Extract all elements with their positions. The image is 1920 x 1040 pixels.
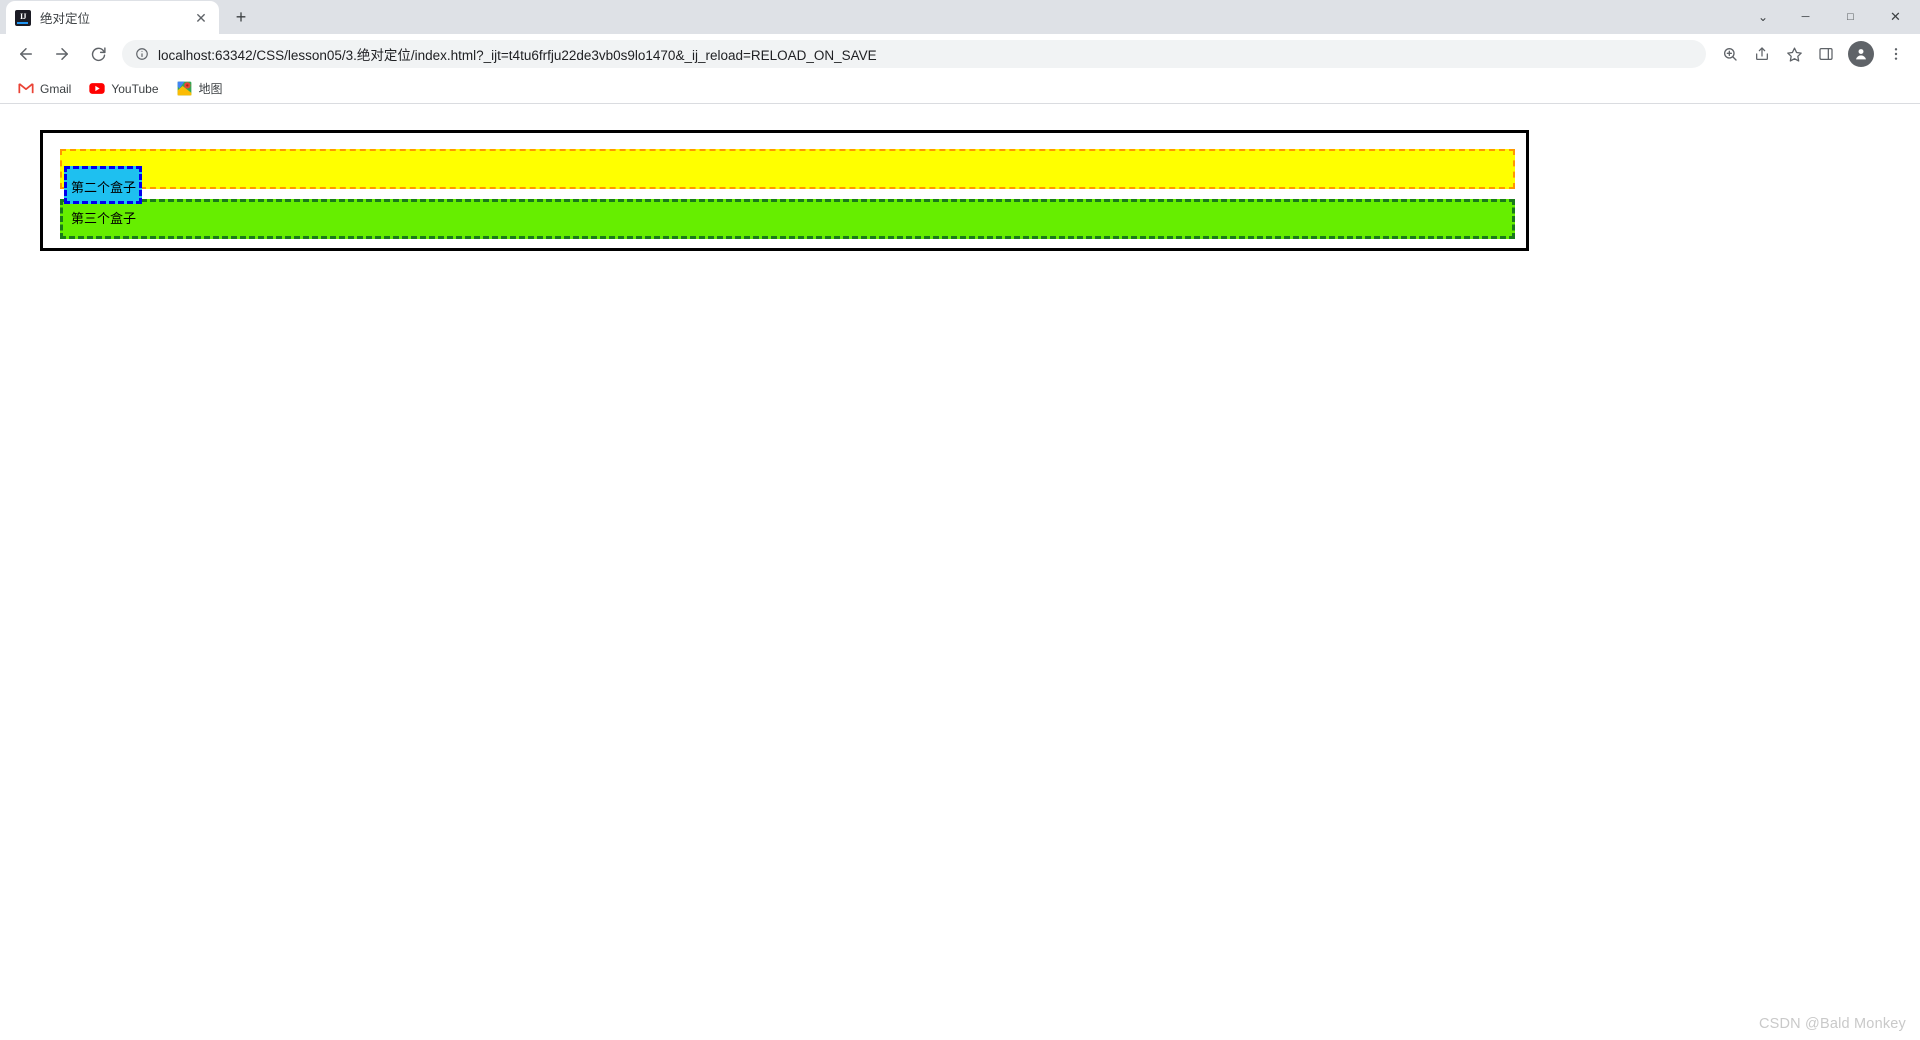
site-info-icon[interactable] bbox=[134, 46, 150, 62]
new-tab-button[interactable]: + bbox=[227, 3, 255, 31]
share-icon[interactable] bbox=[1747, 39, 1777, 69]
outer-container-box: 第三个盒子 第二个盒子 bbox=[40, 130, 1529, 251]
address-bar[interactable]: localhost:63342/CSS/lesson05/3.绝对定位/inde… bbox=[122, 40, 1706, 68]
browser-window: IJ 绝对定位 ✕ + ⌄ ─ □ ✕ localhost:63342/CSS/… bbox=[0, 0, 1920, 1040]
reload-icon[interactable] bbox=[82, 38, 114, 70]
more-menu-icon[interactable] bbox=[1881, 39, 1911, 69]
bookmark-label: Gmail bbox=[40, 81, 72, 96]
favicon-text: IJ bbox=[19, 11, 27, 21]
bookmark-label: 地图 bbox=[198, 82, 223, 96]
bookmark-maps[interactable]: 地图 bbox=[169, 77, 231, 101]
second-box: 第二个盒子 bbox=[64, 166, 142, 204]
zoom-icon[interactable] bbox=[1715, 39, 1745, 69]
gmail-icon bbox=[18, 81, 34, 97]
browser-tab[interactable]: IJ 绝对定位 ✕ bbox=[6, 1, 219, 34]
forward-icon[interactable] bbox=[46, 38, 78, 70]
url-text[interactable]: localhost:63342/CSS/lesson05/3.绝对定位/inde… bbox=[158, 44, 1694, 64]
bookmark-label: YouTube bbox=[111, 81, 159, 96]
tab-strip: IJ 绝对定位 ✕ + ⌄ ─ □ ✕ bbox=[0, 0, 1920, 34]
tab-title: 绝对定位 bbox=[40, 12, 91, 26]
bookmark-youtube[interactable]: YouTube bbox=[81, 77, 166, 101]
toolbar-icon-group bbox=[1714, 39, 1912, 69]
sidepanel-icon[interactable] bbox=[1811, 39, 1841, 69]
first-box bbox=[60, 149, 1515, 189]
profile-avatar-icon[interactable] bbox=[1848, 41, 1874, 67]
page-viewport: 第三个盒子 第二个盒子 CSDN @Bald Monkey bbox=[0, 104, 1920, 1040]
window-controls: ⌄ ─ □ ✕ bbox=[1743, 0, 1920, 34]
bookmark-star-icon[interactable] bbox=[1779, 39, 1809, 69]
bookmark-gmail[interactable]: Gmail bbox=[10, 77, 79, 101]
close-icon[interactable]: ✕ bbox=[192, 9, 210, 27]
intellij-idea-favicon: IJ bbox=[15, 9, 31, 26]
favicon-underline bbox=[17, 21, 28, 24]
third-box: 第三个盒子 bbox=[60, 199, 1515, 239]
back-icon[interactable] bbox=[10, 38, 42, 70]
google-maps-icon bbox=[177, 81, 193, 97]
bookmarks-bar: Gmail YouTube 地图 bbox=[0, 74, 1920, 104]
close-window-button[interactable]: ✕ bbox=[1873, 1, 1918, 33]
browser-toolbar: localhost:63342/CSS/lesson05/3.绝对定位/inde… bbox=[0, 34, 1920, 74]
csdn-watermark: CSDN @Bald Monkey bbox=[1758, 1016, 1906, 1032]
youtube-icon bbox=[89, 81, 106, 97]
chevron-down-icon[interactable]: ⌄ bbox=[1743, 1, 1783, 33]
minimize-button[interactable]: ─ bbox=[1783, 1, 1828, 33]
maximize-button[interactable]: □ bbox=[1828, 1, 1873, 33]
